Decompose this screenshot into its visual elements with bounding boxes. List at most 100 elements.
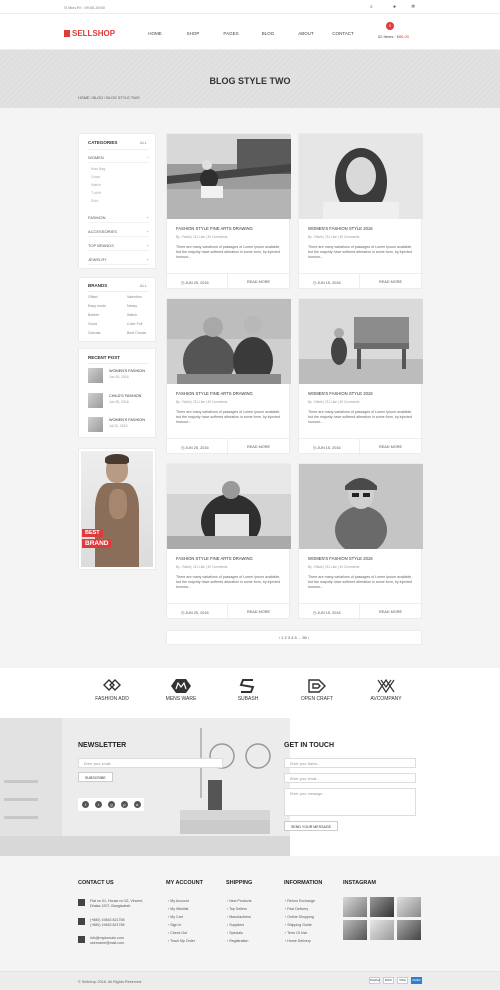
blog-card-title[interactable]: FASHION STYLE FINE ARTS DRAWING	[176, 556, 253, 561]
read-more-link[interactable]: READ MORE	[247, 280, 270, 284]
nav-about[interactable]: ABOUT	[298, 31, 314, 36]
footer-link[interactable]: › My Account	[168, 899, 189, 903]
instagram-thumbnail[interactable]	[397, 897, 421, 917]
footer-link[interactable]: › Registration	[227, 939, 248, 943]
read-more-link[interactable]: READ MORE	[379, 280, 402, 284]
footer-email-1[interactable]: info@mydomain.com	[90, 936, 124, 940]
subcategory-item[interactable]: Gown	[91, 175, 100, 179]
brand-logo-label[interactable]: FASHION ADD	[95, 696, 129, 702]
minus-icon[interactable]: −	[147, 155, 149, 160]
subcategory-item[interactable]: Watch	[91, 183, 101, 187]
cart-summary[interactable]: 02 Items : $86.00	[378, 34, 409, 39]
brand-logo-label[interactable]: SUBASH	[238, 696, 259, 702]
send-message-button[interactable]: SEND YOUR MESSAGE	[284, 821, 339, 831]
category-top-brands[interactable]: TOP BRANDS +	[88, 243, 149, 251]
footer-link[interactable]: › My Wishlist	[168, 907, 188, 911]
footer-link[interactable]: › Return Exchange	[285, 899, 315, 903]
footer-link[interactable]: › Fast Delivery	[285, 907, 308, 911]
brand-item[interactable]: Watch	[127, 313, 137, 317]
plus-icon[interactable]: +	[147, 257, 149, 262]
facebook-icon[interactable]: f	[82, 801, 89, 808]
subcategory-item[interactable]: T-shirt	[91, 191, 101, 195]
recent-post-thumbnail[interactable]	[88, 417, 103, 432]
subcategory-item[interactable]: Man Bag	[91, 167, 105, 171]
nav-contact[interactable]: CONTACT	[332, 31, 353, 36]
footer-link[interactable]: › Term Of Use	[285, 931, 307, 935]
user-icon[interactable]: ●	[393, 4, 396, 10]
nav-home[interactable]: HOME	[148, 31, 162, 36]
cart-count-badge[interactable]: 0	[386, 22, 394, 30]
brand-item[interactable]: Bobble	[88, 313, 99, 317]
brand-logo-label[interactable]: OPEN CRAFT	[301, 696, 333, 702]
brand-item[interactable]: Offset	[88, 295, 98, 299]
read-more-link[interactable]: READ MORE	[247, 610, 270, 614]
footer-link[interactable]: › Online Shopping	[285, 915, 314, 919]
read-more-link[interactable]: READ MORE	[247, 445, 270, 449]
nav-pages[interactable]: PAGES	[223, 31, 238, 36]
site-logo[interactable]: SELLSHOP	[64, 29, 115, 38]
google-plus-icon[interactable]: g	[108, 801, 115, 808]
plus-icon[interactable]: +	[147, 215, 149, 220]
footer-link[interactable]: › Check Out	[168, 931, 187, 935]
brand-item[interactable]: Best Choice	[127, 331, 146, 335]
contact-name-input[interactable]: Enter your Name...	[284, 758, 416, 768]
footer-link[interactable]: › New Products	[227, 899, 252, 903]
newsletter-email-input[interactable]: Enter your email...	[78, 758, 223, 768]
category-accessories[interactable]: ACCESSORIES +	[88, 229, 149, 237]
footer-link[interactable]: › Suppliers	[227, 923, 244, 927]
recent-post-link[interactable]: WOMEN'S FASHION	[109, 369, 145, 373]
recent-post-thumbnail[interactable]	[88, 368, 103, 383]
brand-logo-label[interactable]: MENS WARE	[166, 696, 197, 702]
footer-link[interactable]: › Home Delivery	[285, 939, 311, 943]
contact-message-input[interactable]: Enter your message...	[284, 788, 416, 816]
instagram-thumbnail[interactable]	[370, 897, 394, 917]
blog-card-image[interactable]	[167, 464, 291, 549]
plus-icon[interactable]: +	[147, 243, 149, 248]
twitter-icon[interactable]: t	[95, 801, 102, 808]
footer-link[interactable]: › Sign In	[168, 923, 181, 927]
recent-post-item[interactable]: CHILD'S FASHION Jun 28, 2016	[88, 392, 149, 412]
brand-item[interactable]: Color Full	[127, 322, 142, 326]
brand-item[interactable]: Gucci	[88, 322, 97, 326]
blog-card-title[interactable]: WOMEN'S FASHION STYLE 2016	[308, 391, 373, 396]
nav-shop[interactable]: SHOP	[187, 31, 200, 36]
recent-post-link[interactable]: WOMEN'S FASHION	[109, 418, 145, 422]
footer-link[interactable]: › Manufactirers	[227, 915, 251, 919]
footer-link[interactable]: › Track My Order	[168, 939, 195, 943]
read-more-link[interactable]: READ MORE	[379, 445, 402, 449]
subcategory-item[interactable]: Shirt	[91, 199, 98, 203]
brand-item[interactable]: Nessy	[127, 304, 137, 308]
blog-card-image[interactable]	[167, 134, 291, 219]
footer-link[interactable]: › Top Sellers	[227, 907, 247, 911]
pagination[interactable]: ‹ 1 2 3 4 5 ... 55 ›	[166, 630, 422, 645]
instagram-thumbnail[interactable]	[397, 920, 421, 940]
instagram-thumbnail[interactable]	[343, 920, 367, 940]
blog-card-title[interactable]: FASHION STYLE FINE ARTS DRAWING	[176, 391, 253, 396]
category-jewelry[interactable]: JEWELRY +	[88, 257, 149, 265]
blog-card-title[interactable]: WOMEN'S FASHION STYLE 2016	[308, 556, 373, 561]
read-more-link[interactable]: READ MORE	[379, 610, 402, 614]
brands-all-link[interactable]: ALL	[140, 283, 147, 288]
youtube-icon[interactable]: ▸	[134, 801, 141, 808]
brand-item[interactable]: Valentino	[127, 295, 142, 299]
recent-post-link[interactable]: CHILD'S FASHION	[109, 394, 141, 398]
category-fashion[interactable]: FASHION +	[88, 215, 149, 223]
blog-card-image[interactable]	[167, 299, 291, 384]
brand-logo-label[interactable]: AVCOMPANY	[370, 696, 401, 702]
blog-card-image[interactable]	[299, 464, 423, 549]
footer-link[interactable]: › Specials	[227, 931, 243, 935]
blog-card-title[interactable]: WOMEN'S FASHION STYLE 2016	[308, 226, 373, 231]
recent-post-thumbnail[interactable]	[88, 393, 103, 408]
blog-card-image[interactable]	[299, 134, 423, 219]
footer-link[interactable]: › Shipping Guide	[285, 923, 312, 927]
contact-email-input[interactable]: Enter your email...	[284, 773, 416, 783]
brand-item[interactable]: Garcias	[88, 331, 100, 335]
footer-email-2[interactable]: username@mail.com	[90, 941, 124, 945]
breadcrumb[interactable]: HOME / BLOG / BLOG STYLE TWO	[78, 96, 140, 100]
search-icon[interactable]: ⌕	[370, 4, 373, 10]
instagram-thumbnail[interactable]	[343, 897, 367, 917]
plus-icon[interactable]: +	[147, 229, 149, 234]
best-brand-ad[interactable]: BEST BRAND	[78, 448, 156, 570]
blog-card-image[interactable]	[299, 299, 423, 384]
pinterest-icon[interactable]: p	[121, 801, 128, 808]
